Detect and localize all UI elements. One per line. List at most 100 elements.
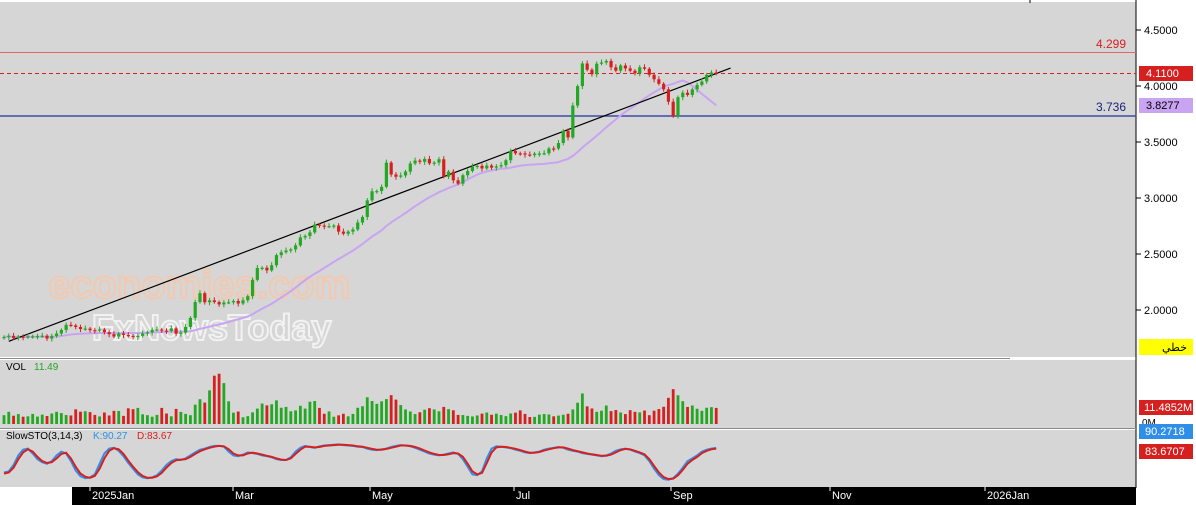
candle-body (313, 224, 317, 233)
volume-bar (69, 415, 73, 424)
volume-bar (155, 414, 159, 424)
time-label: Jul (516, 490, 530, 502)
candle-body (356, 222, 360, 230)
candle-body (169, 328, 173, 332)
candle-body (246, 296, 250, 301)
candle-body (470, 166, 475, 172)
volume-bar (131, 409, 135, 424)
candle-body (155, 329, 159, 331)
candle-body (83, 328, 87, 330)
candle-body (709, 72, 714, 75)
volume-bar (16, 414, 20, 424)
candle-body (671, 101, 675, 117)
volume-bar (600, 410, 603, 424)
candle-body (537, 153, 541, 155)
candle-body (685, 92, 690, 95)
volume-bar (413, 414, 417, 424)
candle-body (164, 330, 169, 332)
candle-body (542, 153, 546, 155)
candle-body (74, 325, 78, 328)
candle-body (174, 328, 178, 334)
volume-bar (346, 416, 350, 424)
candle-body (384, 162, 388, 187)
candle-body (102, 329, 106, 333)
volume-bar (662, 406, 666, 424)
volume-bar (203, 402, 207, 424)
candle-body (346, 231, 350, 234)
volume-bar (504, 416, 508, 424)
volume-bar (332, 416, 336, 424)
candle-body (475, 165, 479, 168)
volume-bar (647, 415, 651, 424)
candle-body (370, 191, 374, 201)
candle-body (714, 72, 718, 74)
volume-bar (590, 408, 594, 424)
volume-bar (227, 401, 231, 424)
chart-canvas: economies.com FxNewsToday 4.299 3.736 4.… (0, 0, 1196, 505)
candle-body (513, 150, 518, 154)
time-label: May (372, 490, 393, 502)
candle-body (303, 235, 307, 238)
candle-body (399, 175, 403, 177)
volume-bar (146, 415, 149, 424)
time-label: Mar (235, 490, 254, 502)
volume-bar (389, 395, 393, 424)
candle-body (628, 68, 632, 71)
time-axis-background[interactable] (72, 487, 1136, 505)
candle-body (523, 153, 527, 155)
candle-body (504, 160, 508, 166)
candle-body (322, 225, 326, 227)
volume-bar (628, 410, 632, 424)
candle-body (293, 245, 298, 250)
candle-body (351, 229, 355, 232)
watermark: economies.com FxNewsToday (47, 262, 351, 349)
volume-bar (537, 414, 541, 424)
volume-bar (451, 410, 455, 424)
volume-bar (222, 383, 226, 424)
candle-body (31, 336, 35, 338)
volume-bar (74, 409, 78, 424)
time-label: Nov (832, 490, 852, 502)
candle-body (78, 327, 83, 330)
candle-body (676, 97, 680, 117)
candle-body (265, 267, 269, 271)
volume-bar (351, 413, 355, 424)
volume-bar (356, 407, 360, 424)
volume-bar (265, 405, 269, 424)
candle-body (184, 326, 188, 333)
volume-bar (313, 401, 317, 424)
volume-bar (112, 410, 116, 424)
volume-bar (59, 413, 63, 424)
candle-body (652, 74, 656, 80)
volume-bar (279, 407, 283, 424)
volume-bar (557, 415, 560, 424)
volume-bar (117, 410, 121, 424)
candle-body (207, 300, 212, 303)
candle-body (317, 224, 322, 226)
volume-bar (595, 411, 599, 424)
volume-bar (179, 411, 183, 424)
candle-body (145, 332, 149, 334)
mode-tag[interactable]: خطي (1162, 342, 1187, 354)
candle-body (365, 200, 369, 217)
volume-bar (165, 413, 168, 424)
candle-body (571, 105, 575, 138)
candle-body (212, 300, 216, 303)
volume-bar (327, 411, 331, 424)
volume-bar (361, 406, 364, 424)
candle-body (231, 300, 236, 303)
volume-bar (624, 414, 627, 424)
candle-body (566, 130, 570, 138)
candle-body (580, 63, 584, 87)
candle-body (117, 333, 121, 337)
volume-bar (370, 401, 374, 424)
candle-body (327, 226, 331, 228)
volume-bar (571, 409, 575, 424)
candle-body (179, 332, 183, 334)
support-label: 3.736 (1096, 100, 1126, 114)
candle-body (585, 63, 589, 70)
candle-body (576, 86, 580, 106)
volume-bar (160, 407, 164, 424)
candle-body (451, 171, 455, 181)
volume-bar (284, 406, 288, 424)
